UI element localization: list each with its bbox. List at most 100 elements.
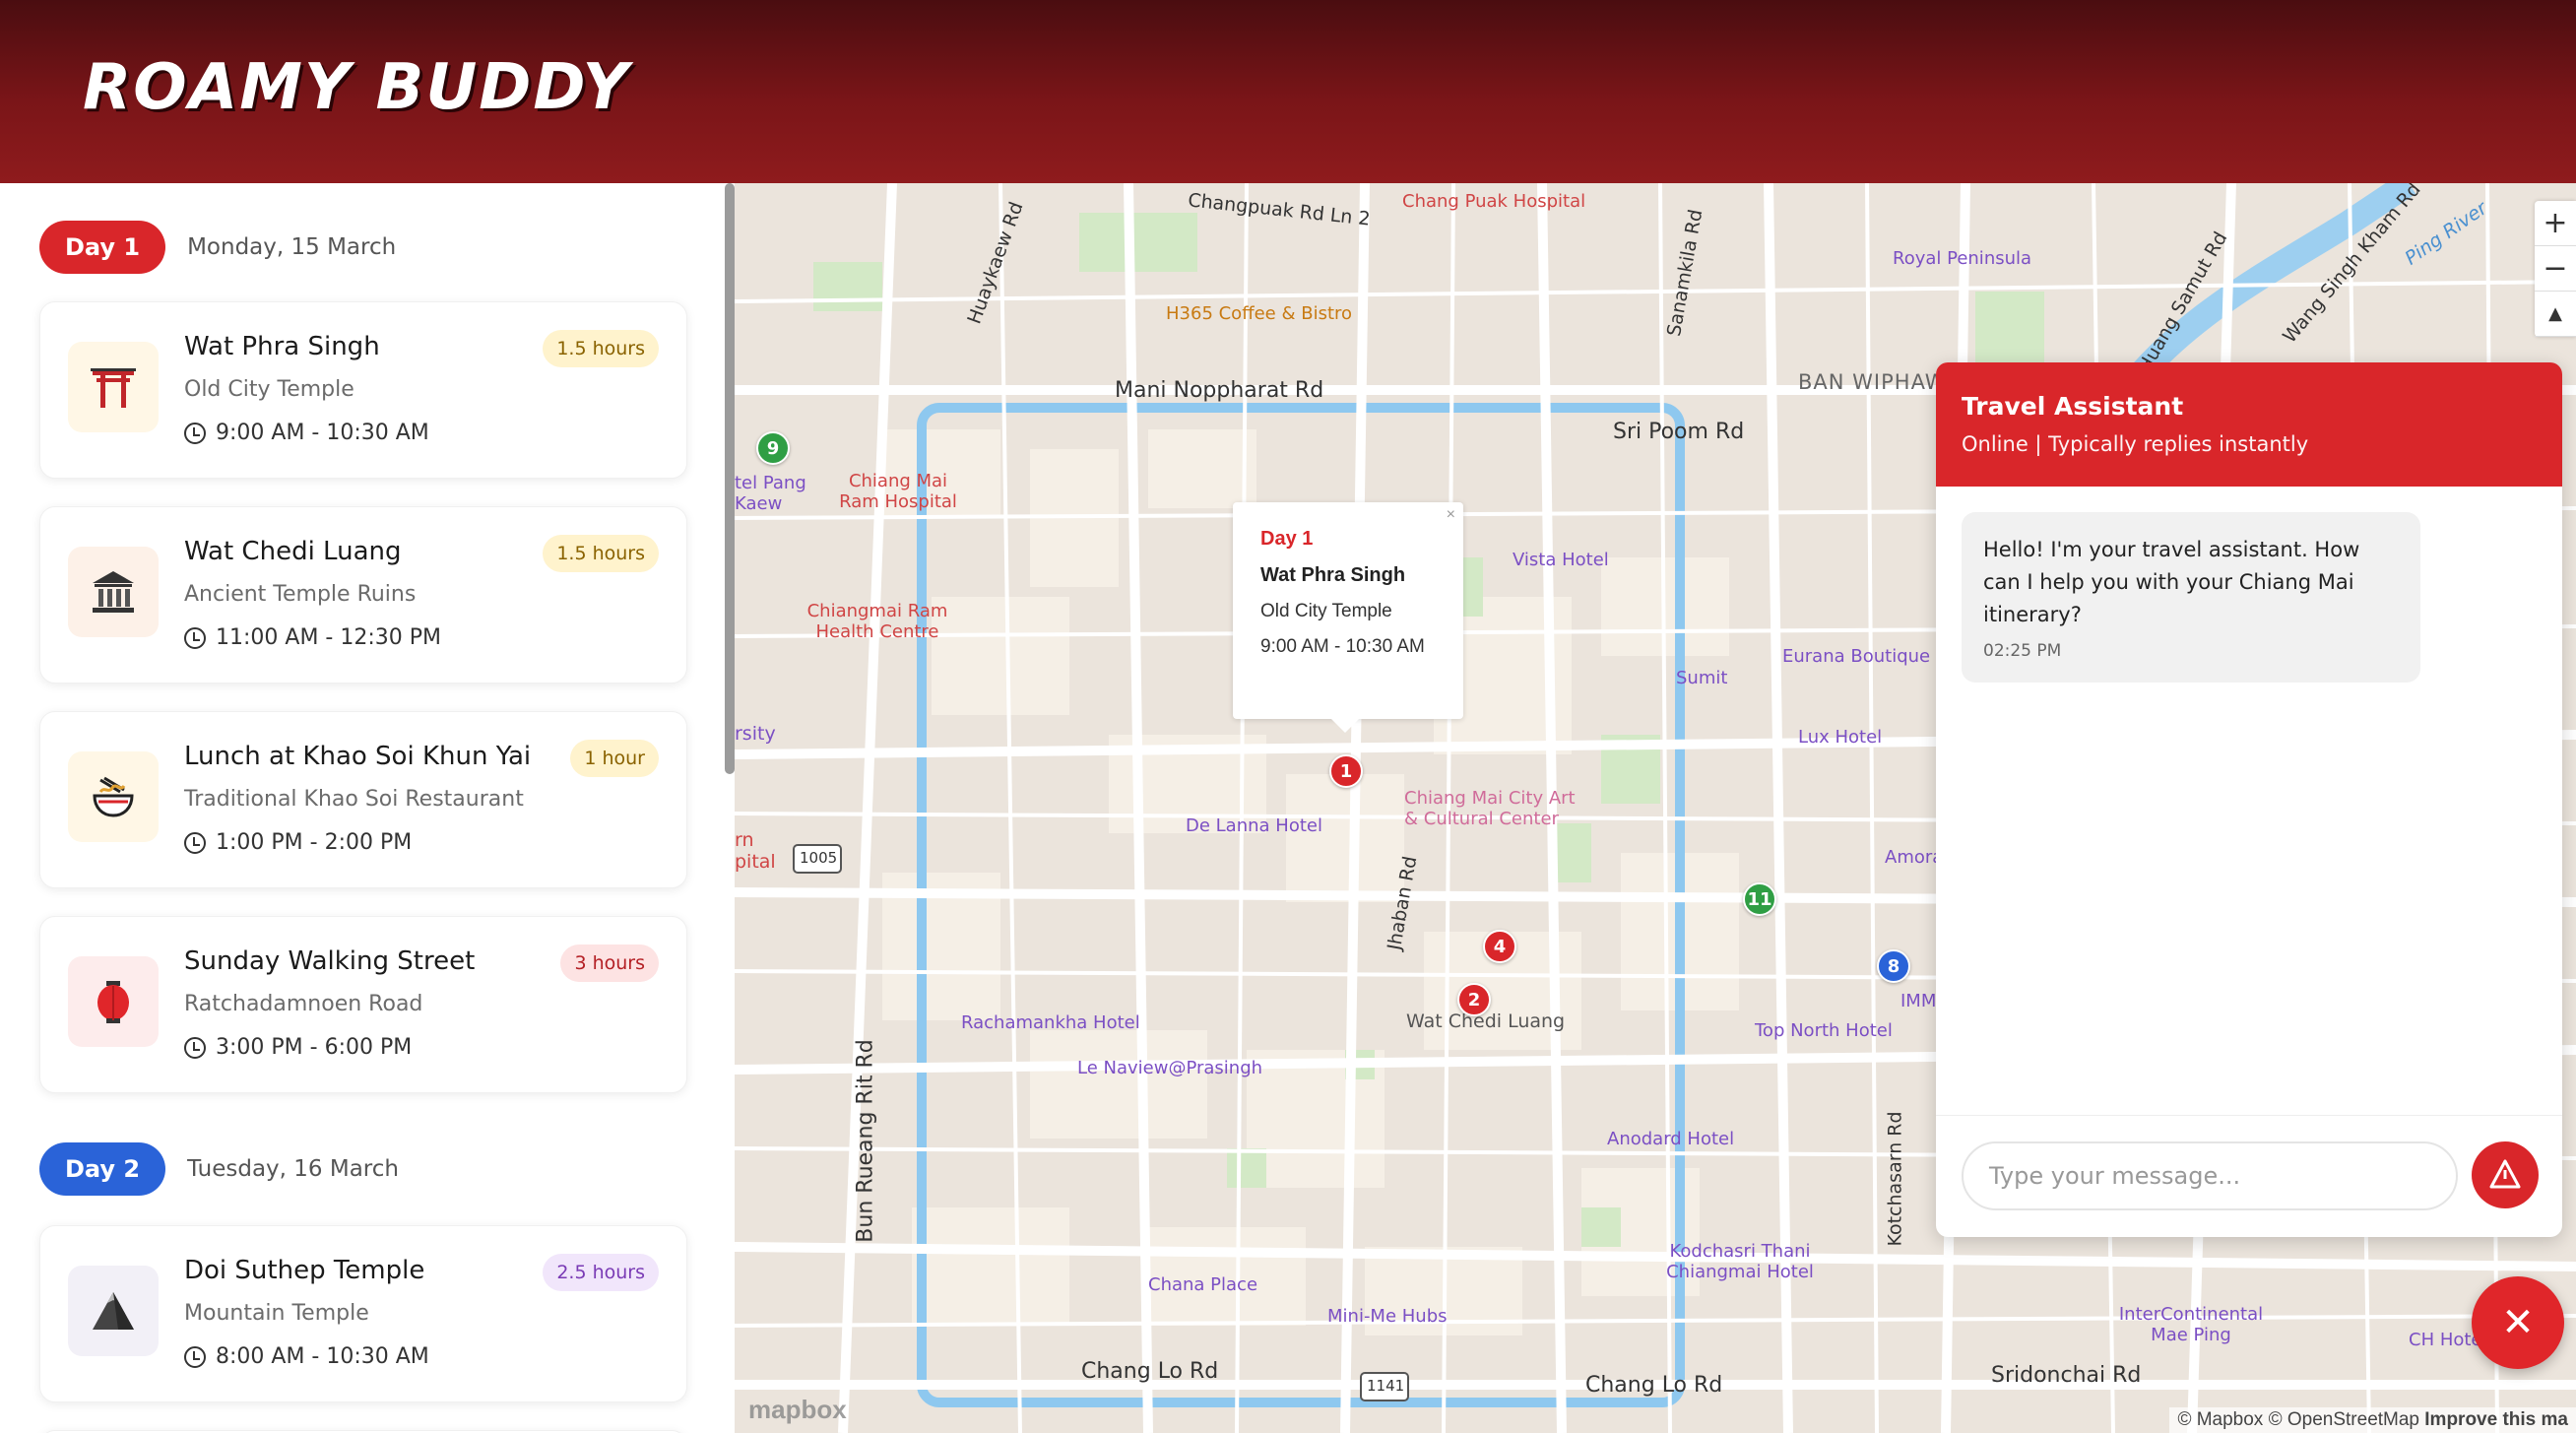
activity-subtitle: Old City Temple — [184, 377, 354, 402]
activity-card-khao-soi[interactable]: Lunch at Khao Soi Khun Yai Traditional K… — [39, 711, 687, 888]
district-label: BAN WIPHAWADI — [1798, 370, 1985, 394]
place-label: InterContinental Mae Ping — [2118, 1304, 2264, 1345]
clock-icon — [184, 1036, 206, 1059]
place-label: Sumit — [1676, 668, 1728, 688]
app-logo[interactable]: ROAMY BUDDY — [83, 51, 630, 124]
place-label: H365 Coffee & Bistro — [1166, 303, 1353, 324]
place-label: Anodard Hotel — [1607, 1129, 1735, 1149]
road-label: Sridonchai Rd — [1991, 1363, 2142, 1388]
activity-card-walking-street[interactable]: Sunday Walking Street Ratchadamnoen Road… — [39, 916, 687, 1093]
activity-time: 1:00 PM - 2:00 PM — [184, 830, 412, 855]
activity-title: Wat Phra Singh — [184, 332, 380, 361]
chat-panel: Travel Assistant Online | Typically repl… — [1936, 362, 2562, 1237]
duration-badge: 1.5 hours — [543, 535, 659, 572]
duration-badge: 3 hours — [560, 944, 659, 982]
activity-title: Lunch at Khao Soi Khun Yai — [184, 742, 532, 771]
day-1-badge[interactable]: Day 1 — [39, 221, 166, 274]
map-marker-11[interactable]: 11 — [1743, 882, 1776, 916]
mountain-icon — [68, 1266, 159, 1356]
chat-message-input[interactable]: Type your message... — [1962, 1141, 2458, 1210]
message-text: Hello! I'm your travel assistant. How ca… — [1983, 538, 2360, 626]
map-popup[interactable]: × Day 1 Wat Phra Singh Old City Temple 9… — [1233, 502, 1463, 733]
activity-title: Wat Chedi Luang — [184, 537, 402, 566]
day-header-2: Day 2 Tuesday, 16 March — [39, 1142, 399, 1196]
day-1-date: Monday, 15 March — [187, 234, 397, 260]
place-label: Chang Puak Hospital — [1402, 191, 1586, 212]
activity-time: 11:00 AM - 12:30 PM — [184, 625, 441, 650]
place-label: Top North Hotel — [1755, 1020, 1893, 1041]
activity-card-doi-suthep[interactable]: Doi Suthep Temple Mountain Temple 8:00 A… — [39, 1225, 687, 1402]
map-marker-4[interactable]: 4 — [1483, 930, 1516, 963]
popup-close-icon[interactable]: × — [1447, 506, 1455, 524]
attribution-text[interactable]: © Mapbox © OpenStreetMap — [2177, 1409, 2419, 1430]
activity-subtitle: Ancient Temple Ruins — [184, 582, 417, 607]
activity-subtitle: Traditional Khao Soi Restaurant — [184, 787, 524, 812]
place-label: Chiangmai Ram Health Centre — [806, 601, 948, 642]
place-label: Rachamankha Hotel — [961, 1012, 1140, 1033]
popup-time: 9:00 AM - 10:30 AM — [1260, 636, 1425, 657]
place-label: CH Hote — [2409, 1330, 2482, 1350]
mapbox-logo[interactable]: mapbox — [748, 1395, 847, 1425]
day-2-date: Tuesday, 16 March — [187, 1156, 399, 1182]
popup-title: Wat Phra Singh — [1260, 564, 1406, 586]
chat-status: Online | Typically replies instantly — [1962, 432, 2309, 456]
place-label: De Lanna Hotel — [1186, 815, 1322, 836]
clock-icon — [184, 831, 206, 854]
popup-subtitle: Old City Temple — [1260, 601, 1392, 621]
activity-time: 9:00 AM - 10:30 AM — [184, 421, 429, 445]
activity-subtitle: Ratchadamnoen Road — [184, 992, 423, 1016]
clock-icon — [184, 422, 206, 444]
chat-header: Travel Assistant Online | Typically repl… — [1936, 362, 2562, 487]
send-button[interactable] — [2472, 1141, 2539, 1208]
activity-title: Doi Suthep Temple — [184, 1256, 425, 1285]
sidebar-scrollbar[interactable] — [725, 183, 735, 774]
itinerary-sidebar[interactable]: Day 1 Monday, 15 March Wat Phra Singh Ol… — [0, 183, 733, 1433]
place-label: Vista Hotel — [1513, 550, 1609, 570]
place-label: IMM — [1900, 991, 1937, 1011]
activity-card-wat-chedi-luang[interactable]: Wat Chedi Luang Ancient Temple Ruins 11:… — [39, 506, 687, 684]
activity-time: 3:00 PM - 6:00 PM — [184, 1035, 412, 1060]
map-marker-9[interactable]: 9 — [756, 431, 790, 465]
close-chat-button[interactable]: ✕ — [2472, 1276, 2564, 1369]
map-zoom-controls: + − ▲ — [2535, 201, 2576, 337]
place-label: Eurana Boutique — [1782, 646, 1931, 667]
duration-badge: 1.5 hours — [543, 330, 659, 367]
zoom-out-button[interactable]: − — [2535, 246, 2576, 292]
place-label: tel Pang Kaew — [735, 473, 806, 514]
road-label: Chang Lo Rd — [1585, 1373, 1723, 1398]
clock-icon — [184, 1345, 206, 1368]
place-label: rsity — [735, 723, 776, 745]
day-2-badge[interactable]: Day 2 — [39, 1142, 166, 1196]
classical-building-icon — [68, 547, 159, 637]
place-label: Le Naview@Prasingh — [1077, 1058, 1263, 1078]
place-label: Chana Place — [1148, 1274, 1258, 1295]
message-timestamp: 02:25 PM — [1983, 641, 2062, 661]
day-header-1: Day 1 Monday, 15 March — [39, 221, 396, 274]
map-marker-1[interactable]: 1 — [1329, 754, 1363, 788]
torii-gate-icon — [68, 342, 159, 432]
clock-icon — [184, 626, 206, 649]
place-label: Chiang Mai Ram Hospital — [839, 471, 957, 512]
road-label: Kotchasarn Rd — [1884, 1111, 1906, 1247]
zoom-in-button[interactable]: + — [2535, 201, 2576, 246]
place-label: rn pital — [735, 829, 776, 873]
chat-title: Travel Assistant — [1962, 392, 2184, 421]
place-label: Wat Chedi Luang — [1406, 1010, 1566, 1032]
improve-map-link[interactable]: Improve this ma — [2424, 1409, 2568, 1430]
chat-footer: Type your message... — [1936, 1115, 2562, 1237]
place-label: Chiang Mai City Art & Cultural Center — [1404, 788, 1576, 829]
place-label: Kodchasri Thani Chiangmai Hotel — [1666, 1241, 1814, 1282]
activity-card-wat-phra-singh[interactable]: Wat Phra Singh Old City Temple 9:00 AM -… — [39, 301, 687, 479]
map-marker-8[interactable]: 8 — [1877, 949, 1910, 983]
assistant-message: Hello! I'm your travel assistant. How ca… — [1962, 512, 2420, 683]
map-marker-2[interactable]: 2 — [1457, 983, 1491, 1016]
road-label: Chang Lo Rd — [1081, 1359, 1219, 1384]
popup-day: Day 1 — [1260, 528, 1314, 550]
compass-button[interactable]: ▲ — [2535, 292, 2576, 337]
activity-title: Sunday Walking Street — [184, 946, 476, 976]
route-number: 1005 — [800, 849, 838, 867]
noodle-bowl-icon — [68, 751, 159, 842]
route-number: 1141 — [1367, 1377, 1405, 1395]
place-label: Royal Peninsula — [1893, 248, 2032, 269]
duration-badge: 1 hour — [570, 740, 659, 777]
